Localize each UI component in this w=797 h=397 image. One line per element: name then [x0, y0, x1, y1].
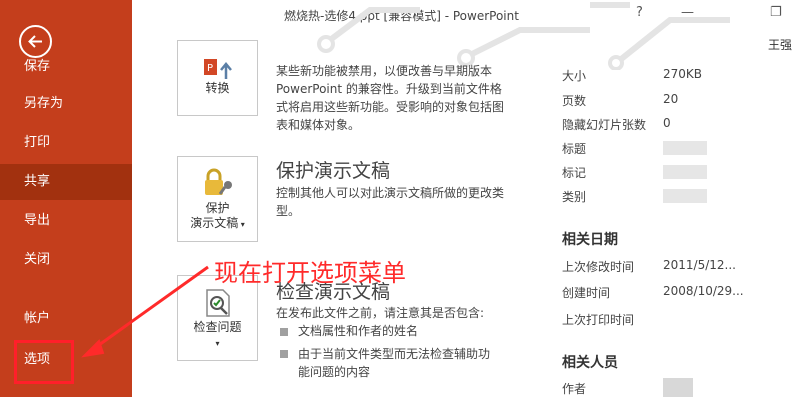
annotation-arrow-icon [81, 265, 209, 358]
